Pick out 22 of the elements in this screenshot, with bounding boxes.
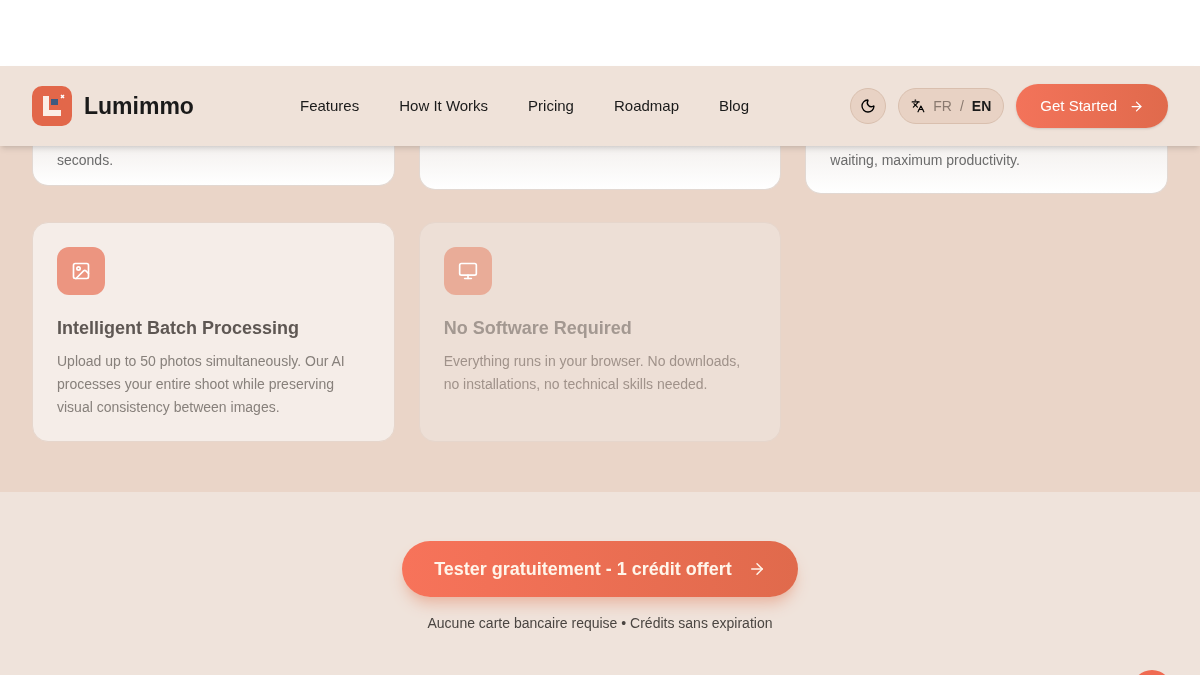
feature-title: Intelligent Batch Processing — [57, 317, 301, 340]
nav-link[interactable]: How It Works — [399, 94, 489, 118]
theme-toggle[interactable] — [850, 88, 887, 124]
nav-link[interactable]: Roadmap — [613, 94, 679, 118]
monitor-icon — [443, 247, 492, 295]
cta-note: Aucune carte bancaire requise • Crédits sans expiration — [427, 614, 773, 633]
nav-link[interactable]: Features — [300, 94, 360, 118]
translate-icon — [911, 99, 926, 113]
nav-link[interactable]: Pricing — [528, 94, 574, 118]
arrow-icon — [1129, 98, 1144, 114]
nav-link[interactable]: Blog — [719, 94, 750, 118]
feature-title: No Software Required — [443, 317, 633, 340]
feature-description: Everything runs in your browser. No downloads, no installations, no technical skills needed. — [443, 352, 742, 394]
language-option[interactable]: EN — [971, 95, 992, 117]
logo-icon — [32, 86, 72, 126]
card-text: seconds. — [57, 151, 115, 170]
moon-icon — [860, 98, 877, 114]
image-icon — [57, 247, 105, 295]
brand-name: Lumimmo — [84, 91, 194, 121]
language-separator: / — [959, 96, 964, 116]
feature-description: Upload up to 50 photos simultaneously. Our AI processes your entire shoot while preserving visual consistency between images. — [57, 352, 346, 417]
card-text: waiting, maximum productivity. — [830, 151, 1021, 170]
